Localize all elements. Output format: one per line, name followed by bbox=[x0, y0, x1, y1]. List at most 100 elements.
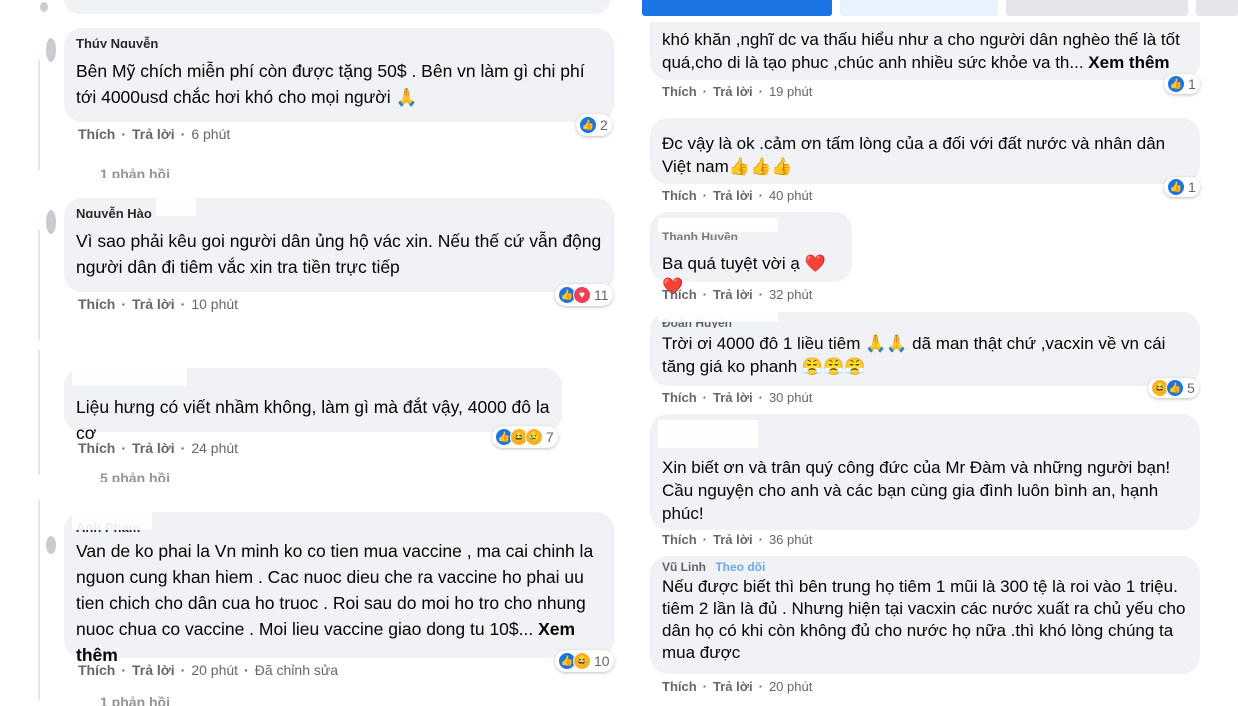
like-link[interactable]: Thích bbox=[662, 287, 697, 302]
redaction-overlay bbox=[658, 420, 758, 448]
view-replies-link[interactable]: 1 phản hồi bbox=[100, 694, 170, 706]
comment-bubble: Anh Phạm Van de ko phai la Vn minh ko co… bbox=[64, 512, 614, 665]
thread-line bbox=[38, 350, 40, 475]
reply-link[interactable]: Trả lời bbox=[713, 84, 753, 99]
reply-link[interactable]: Trả lời bbox=[132, 662, 175, 678]
like-link[interactable]: Thích bbox=[78, 440, 115, 456]
reaction-count: 10 bbox=[594, 653, 610, 669]
reaction-summary[interactable]: 👍 2 bbox=[576, 114, 612, 136]
redaction-overlay bbox=[156, 198, 196, 216]
comment-author: Vũ Linh Theo dõi bbox=[662, 560, 1188, 572]
timestamp[interactable]: 19 phút bbox=[769, 84, 812, 99]
like-link[interactable]: Thích bbox=[78, 126, 115, 142]
like-link[interactable]: Thích bbox=[662, 84, 697, 99]
thread-line bbox=[38, 500, 40, 700]
reaction-summary[interactable]: 👍 1 bbox=[1164, 74, 1200, 94]
comment-bubble: Đoàn Huyền Trời ơi 4000 đô 1 liều tiêm 🙏… bbox=[650, 312, 1200, 386]
reaction-summary[interactable]: 👍 😆 10 bbox=[555, 650, 614, 672]
tab[interactable] bbox=[1196, 0, 1238, 16]
reaction-count: 1 bbox=[1188, 76, 1196, 92]
reaction-summary[interactable]: 😆 👍 5 bbox=[1148, 378, 1199, 398]
comment-bubble: khó khăn ,nghĩ dc va thấu hiểu như a cho… bbox=[650, 22, 1200, 80]
tab[interactable] bbox=[1006, 0, 1188, 16]
edited-label[interactable]: Đã chỉnh sửa bbox=[255, 662, 338, 678]
like-link[interactable]: Thích bbox=[662, 188, 697, 203]
reaction-summary[interactable]: 👍 1 bbox=[1164, 177, 1200, 197]
reply-link[interactable]: Trả lời bbox=[713, 287, 753, 302]
timestamp[interactable]: 20 phút bbox=[191, 662, 238, 678]
comment-text: khó khăn ,nghĩ dc va thấu hiểu như a cho… bbox=[662, 28, 1188, 74]
comment-actions: Thích · Trả lời · 24 phút bbox=[78, 440, 239, 456]
reaction-count: 1 bbox=[1188, 179, 1196, 195]
reply-link[interactable]: Trả lời bbox=[713, 679, 753, 694]
comment-bubble-partial bbox=[64, 0, 610, 14]
thread-line bbox=[38, 60, 40, 170]
reaction-summary[interactable]: 👍 😆 😢 7 bbox=[492, 426, 558, 448]
comment-bubble: Đc vậy là ok .cảm ơn tấm lòng của a đối … bbox=[650, 118, 1200, 184]
tab-active[interactable] bbox=[642, 0, 832, 16]
comment-author-name[interactable]: Vũ Linh bbox=[662, 560, 706, 572]
thread-line bbox=[38, 230, 40, 340]
reaction-count: 2 bbox=[600, 117, 608, 133]
comment-actions: Thích · Trả lời · 36 phút bbox=[662, 532, 813, 547]
timestamp[interactable]: 32 phút bbox=[769, 287, 812, 302]
timestamp[interactable]: 20 phút bbox=[769, 679, 812, 694]
comment-actions: Thích · Trả lời · 6 phút bbox=[78, 126, 231, 142]
view-replies-link[interactable]: 1 phản hồi bbox=[100, 166, 170, 178]
timestamp[interactable]: 30 phút bbox=[769, 390, 812, 405]
comment-actions: Thích · Trả lời · 20 phút bbox=[662, 679, 813, 694]
redaction-overlay bbox=[72, 512, 152, 530]
comment-text: Trời ơi 4000 đô 1 liều tiêm 🙏🙏 dã man th… bbox=[662, 334, 1166, 376]
comment-actions: Thích · Trả lời · 19 phút bbox=[662, 84, 813, 99]
comment-author[interactable]: Nguyễn Hào bbox=[76, 206, 602, 218]
view-replies-link[interactable]: 5 phản hồi bbox=[100, 470, 170, 482]
reply-link[interactable]: Trả lời bbox=[132, 440, 175, 456]
reply-link[interactable]: Trả lời bbox=[132, 126, 175, 142]
comment-actions: Thích · Trả lời · 30 phút bbox=[662, 390, 813, 405]
like-reaction-icon: 👍 bbox=[1167, 178, 1185, 196]
like-link[interactable]: Thích bbox=[78, 662, 115, 678]
like-link[interactable]: Thích bbox=[78, 296, 115, 312]
comment-text-body: Van de ko phai la Vn minh ko co tien mua… bbox=[76, 541, 594, 639]
left-comments-panel: Thúy Nguyễn Bên Mỹ chích miễn phí còn đư… bbox=[0, 0, 640, 706]
avatar[interactable] bbox=[46, 38, 56, 62]
comment-bubble: Thúy Nguyễn Bên Mỹ chích miễn phí còn đư… bbox=[64, 28, 614, 122]
like-reaction-icon: 👍 bbox=[1166, 379, 1184, 397]
like-reaction-icon: 👍 bbox=[1167, 75, 1185, 93]
reply-link[interactable]: Trả lời bbox=[713, 390, 753, 405]
reply-link[interactable]: Trả lời bbox=[713, 532, 753, 547]
comment-bubble: Vũ Linh Theo dõi Nếu được biết thì bên t… bbox=[650, 556, 1200, 674]
reaction-count: 5 bbox=[1187, 380, 1195, 396]
like-link[interactable]: Thích bbox=[662, 679, 697, 694]
comment-text: Nếu được biết thì bên trung họ tiêm 1 mũ… bbox=[662, 577, 1186, 662]
redaction-overlay bbox=[658, 312, 778, 322]
comment-author[interactable]: Anh Phạm bbox=[76, 520, 602, 532]
haha-reaction-icon: 😆 bbox=[573, 652, 591, 670]
like-link[interactable]: Thích bbox=[662, 532, 697, 547]
comment-author[interactable]: Thúy Nguyễn bbox=[76, 36, 602, 48]
reply-link[interactable]: Trả lời bbox=[713, 188, 753, 203]
comment-actions: Thích · Trả lời · 10 phút bbox=[78, 296, 239, 312]
tab[interactable] bbox=[840, 0, 998, 16]
comment-text: Bên Mỹ chích miễn phí còn được tặng 50$ … bbox=[76, 61, 585, 107]
follow-link[interactable]: Theo dõi bbox=[715, 560, 765, 572]
like-link[interactable]: Thích bbox=[662, 390, 697, 405]
reaction-summary[interactable]: 👍 ♥ 11 bbox=[555, 284, 613, 306]
love-reaction-icon: ♥ bbox=[573, 286, 591, 304]
timestamp[interactable]: 6 phút bbox=[191, 126, 230, 142]
see-more-link[interactable]: Xem thêm bbox=[1088, 53, 1169, 72]
comment-bubble: Nguyễn Hào Vì sao phải kêu goi người dân… bbox=[64, 198, 614, 292]
timestamp[interactable]: 40 phút bbox=[769, 188, 812, 203]
timestamp[interactable]: 24 phút bbox=[191, 440, 238, 456]
sad-reaction-icon: 😢 bbox=[525, 428, 543, 446]
avatar[interactable] bbox=[46, 210, 56, 234]
timestamp[interactable]: 36 phút bbox=[769, 532, 812, 547]
avatar[interactable] bbox=[40, 2, 48, 12]
like-reaction-icon: 👍 bbox=[579, 116, 597, 134]
avatar[interactable] bbox=[46, 536, 56, 554]
comment-actions: Thích · Trả lời · 40 phút bbox=[662, 188, 813, 203]
timestamp[interactable]: 10 phút bbox=[191, 296, 238, 312]
right-comments-panel: khó khăn ,nghĩ dc va thấu hiểu như a cho… bbox=[642, 0, 1238, 706]
comment-text: Xin biết ơn và trân quý công đức của Mr … bbox=[662, 458, 1171, 523]
reply-link[interactable]: Trả lời bbox=[132, 296, 175, 312]
